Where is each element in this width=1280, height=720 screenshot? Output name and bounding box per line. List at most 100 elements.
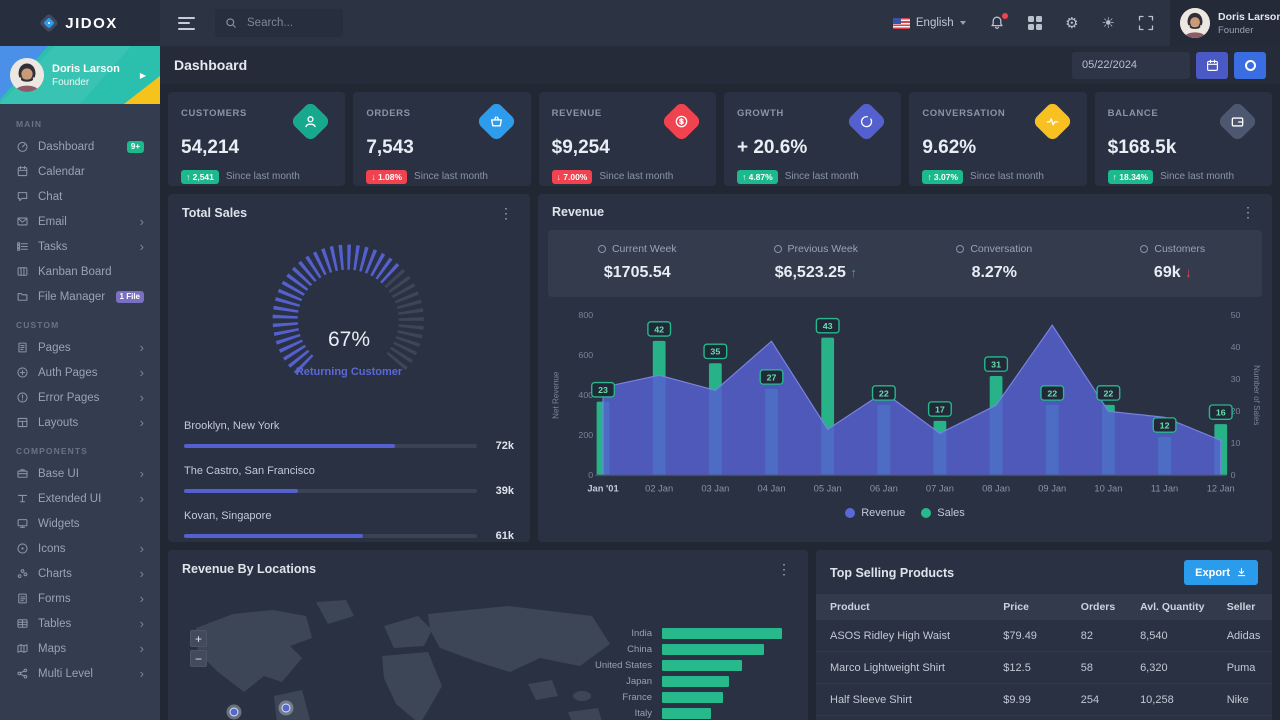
maps-icon [16, 642, 29, 655]
column-header[interactable]: Orders [1066, 594, 1127, 620]
sidebar-item-tasks[interactable]: Tasks › [0, 234, 160, 259]
column-header[interactable]: Seller [1212, 594, 1272, 620]
badge: 1 File [115, 290, 144, 303]
sidebar-item-multi-level[interactable]: Multi Level › [0, 661, 160, 686]
column-header[interactable]: Avl. Quantity [1126, 594, 1213, 620]
legend-item-revenue[interactable]: Revenue [845, 507, 905, 519]
date-input[interactable] [1072, 51, 1190, 79]
bar-value-chip: 17 [927, 401, 952, 417]
user-role: Founder [1218, 24, 1254, 36]
sidebar-item-auth-pages[interactable]: Auth Pages › [0, 360, 160, 385]
sales-location-row: Brooklyn, New York 72k [184, 420, 514, 452]
sidebar-item-tables[interactable]: Tables › [0, 611, 160, 636]
map-zoom-out-button[interactable]: − [190, 650, 207, 667]
sidebar-item-extended-ui[interactable]: Extended UI › [0, 486, 160, 511]
svg-text:30: 30 [1231, 374, 1241, 384]
auth-icon [16, 366, 29, 379]
stat-card-revenue: REVENUE $9,254 ↓ 7.00% Since last month [538, 92, 716, 186]
map-marker[interactable] [226, 704, 242, 720]
user-role: Founder [52, 76, 90, 88]
bar-value-chip: 31 [984, 356, 1009, 372]
revenue-stat-customers: Customers 69k ↓ [1084, 243, 1263, 282]
baseui-icon [16, 467, 29, 480]
badge: 9+ [126, 140, 144, 153]
revenue-panel: Revenue ⋮ Current Week $1705.54 Previous W… [538, 194, 1272, 542]
chevron-right-icon[interactable]: ▶ [140, 71, 150, 80]
avatar [1180, 8, 1210, 38]
apps-grid-button[interactable] [1027, 15, 1043, 31]
page-title: Dashboard [174, 57, 248, 73]
calendar-button[interactable] [1196, 51, 1228, 79]
fullscreen-icon [1138, 15, 1154, 31]
bar-value-chip: 22 [1040, 385, 1065, 401]
user-name: Doris Larson [1218, 11, 1280, 24]
avatar [10, 58, 44, 92]
search-box[interactable] [215, 9, 343, 37]
svg-text:200: 200 [578, 430, 593, 440]
gauge-icon [16, 140, 29, 153]
delta-badge: ↑ 18.34% [1107, 170, 1154, 184]
chevron-right-icon: › [139, 466, 144, 481]
sidebar-user-card[interactable]: Doris Larson Founder ▶ [0, 46, 160, 104]
refresh-button[interactable] [1234, 51, 1266, 79]
location-bar-row: India [552, 628, 782, 639]
extui-icon [16, 492, 29, 505]
notifications-button[interactable] [989, 13, 1008, 31]
sidebar-item-charts[interactable]: Charts › [0, 561, 160, 586]
locations-menu-button[interactable]: ⋮ [774, 562, 794, 576]
app-logo[interactable]: JIDOX [0, 0, 160, 46]
sidebar-item-calendar[interactable]: Calendar [0, 159, 160, 184]
sidebar-item-error-pages[interactable]: Error Pages › [0, 385, 160, 410]
sidebar-item-email[interactable]: Email › [0, 209, 160, 234]
language-selector[interactable]: English [892, 17, 966, 29]
user-name: Doris Larson [52, 62, 120, 75]
svg-text:10: 10 [1231, 438, 1241, 448]
sidebar-item-maps[interactable]: Maps › [0, 636, 160, 661]
sidebar-item-base-ui[interactable]: Base UI › [0, 461, 160, 486]
sidebar-item-forms[interactable]: Forms › [0, 586, 160, 611]
panel-title: Top Selling Products [830, 565, 955, 580]
svg-text:05 Jan: 05 Jan [814, 484, 842, 494]
revenue-stat-conversation: Conversation 8.27% [905, 243, 1084, 282]
progress-bar [184, 534, 477, 538]
legend-item-sales[interactable]: Sales [921, 507, 965, 519]
total-sales-gauge: 67% Returning Customer [168, 232, 530, 404]
products-table: Product Price Orders Avl. Quantity Seller ASO… [816, 594, 1272, 716]
calendar-icon [1206, 59, 1218, 71]
sidebar-item-icons[interactable]: Icons › [0, 536, 160, 561]
chevron-right-icon: › [139, 566, 144, 581]
pulse-icon [1031, 100, 1073, 143]
search-input[interactable] [245, 16, 333, 30]
sidebar-item-pages[interactable]: Pages › [0, 335, 160, 360]
user-profile-menu[interactable]: Doris Larson Founder [1170, 0, 1280, 46]
calendar-icon [16, 165, 29, 178]
revenue-menu-button[interactable]: ⋮ [1238, 205, 1258, 219]
sidebar-item-kanban-board[interactable]: Kanban Board [0, 259, 160, 284]
column-header[interactable]: Product [816, 594, 990, 620]
tasks-icon [16, 240, 29, 253]
sidebar-item-chat[interactable]: Chat [0, 184, 160, 209]
locations-bar-chart: India China United States Japan France Italy [552, 628, 782, 719]
apps-grid-icon [1027, 15, 1043, 31]
column-header[interactable]: Price [989, 594, 1067, 620]
delta-badge: ↑ 4.87% [736, 170, 778, 184]
sidebar-menu: MAIN Dashboard 9+ Calendar Chat Email › Tasks › K… [0, 104, 160, 690]
svg-text:800: 800 [578, 310, 593, 320]
fullscreen-button[interactable] [1138, 15, 1154, 31]
sidebar-item-dashboard[interactable]: Dashboard 9+ [0, 134, 160, 159]
jidox-logo-icon [39, 13, 60, 33]
sidebar-item-file-manager[interactable]: File Manager 1 File [0, 284, 160, 309]
dollar-icon [660, 100, 702, 143]
total-sales-menu-button[interactable]: ⋮ [496, 206, 516, 220]
export-button[interactable]: Export [1184, 560, 1258, 585]
menu-toggle-button[interactable] [176, 13, 197, 34]
sidebar-item-widgets[interactable]: Widgets [0, 511, 160, 536]
map-marker[interactable] [278, 700, 294, 716]
settings-button[interactable]: ⚙ [1065, 16, 1078, 31]
location-bar-row: France [552, 692, 782, 703]
language-label: English [915, 17, 954, 29]
chevron-right-icon: › [139, 239, 144, 254]
map-zoom-in-button[interactable]: + [190, 630, 207, 647]
theme-toggle-button[interactable]: ☀ [1102, 16, 1115, 31]
sidebar-item-layouts[interactable]: Layouts › [0, 410, 160, 435]
